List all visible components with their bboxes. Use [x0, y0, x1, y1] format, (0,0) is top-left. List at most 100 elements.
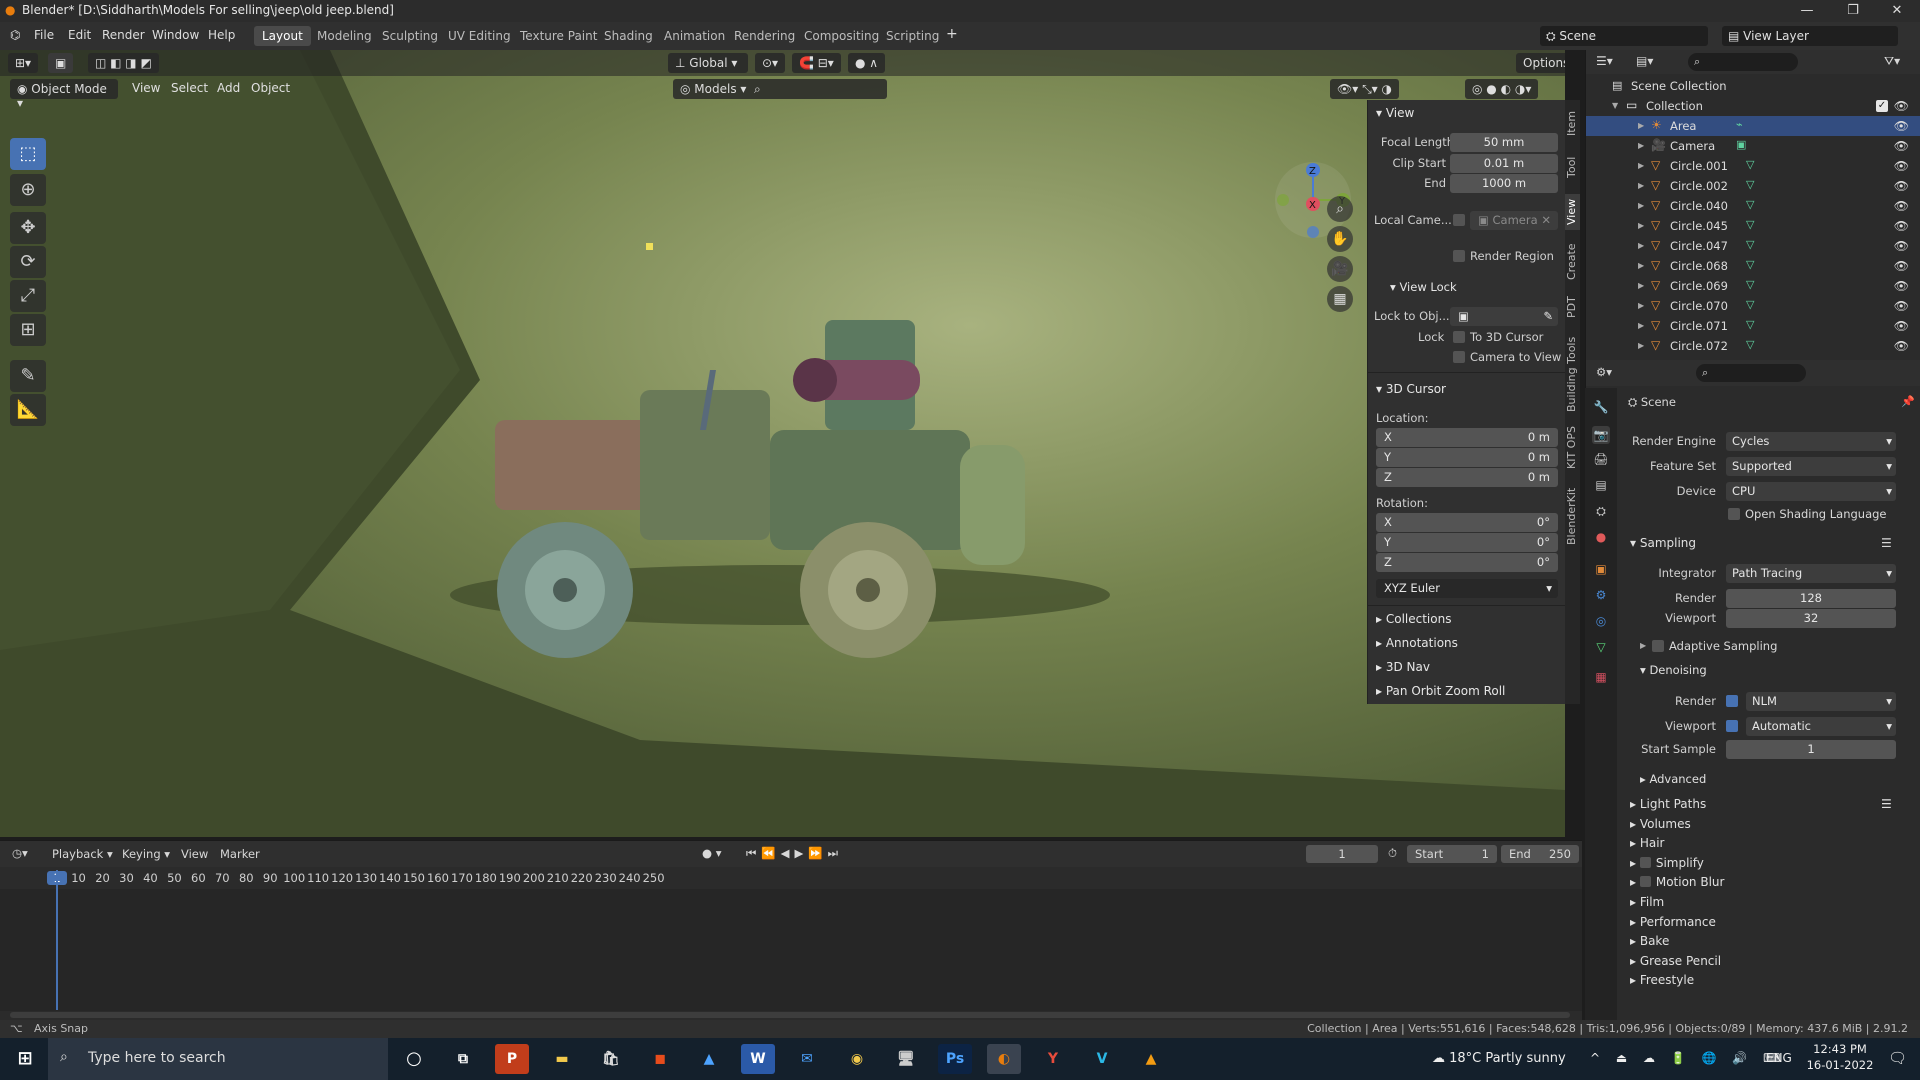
section-motion-blur[interactable]: ▸ Motion Blur [1630, 875, 1724, 889]
viewport-samples-field[interactable]: 32 [1726, 609, 1896, 628]
chrome-icon[interactable]: ◉ [840, 1044, 874, 1074]
menu-window[interactable]: Window [152, 28, 199, 42]
outliner-item[interactable]: ▶ 🎥 Camera ▣ 👁 [1586, 136, 1920, 156]
tab-animation[interactable]: Animation [656, 26, 733, 46]
tab-item[interactable]: Item [1565, 108, 1580, 138]
app-icon-4[interactable]: V [1085, 1044, 1119, 1074]
expand-icon[interactable]: ▶ [1638, 281, 1644, 290]
eye-icon[interactable]: 👁 [1894, 339, 1909, 353]
outliner-item[interactable]: ▶ ▽ Circle.072 ▽ 👁 [1586, 336, 1920, 356]
eye-icon[interactable]: 👁 [1894, 319, 1909, 333]
expand-icon[interactable]: ▶ [1638, 341, 1644, 350]
outliner-item[interactable]: ▶ ▽ Circle.045 ▽ 👁 [1586, 216, 1920, 236]
outliner-item[interactable]: ▶ ▽ Circle.001 ▽ 👁 [1586, 156, 1920, 176]
expand-icon[interactable]: ▶ [1638, 241, 1644, 250]
vlc-icon[interactable]: ▲ [1134, 1044, 1168, 1074]
rotation-mode-dropdown[interactable]: XYZ Euler ▾ [1376, 579, 1558, 598]
powerpoint-icon[interactable]: P [495, 1044, 529, 1074]
clip-start-field[interactable]: 0.01 m [1450, 154, 1558, 173]
restore-icon[interactable]: ❐ [1830, 0, 1876, 22]
tab-blenderkit[interactable]: BlenderKit [1565, 484, 1580, 548]
object-tab-icon[interactable]: ▣ [1592, 560, 1610, 578]
notification-icon[interactable]: 🗨 [1888, 1049, 1907, 1067]
mesh-data-icon[interactable]: ▽ [1746, 338, 1754, 351]
3d-nav-panel[interactable]: ▸ 3D Nav [1376, 660, 1430, 674]
tab-modeling[interactable]: Modeling [309, 26, 380, 46]
denoise-render-dropdown[interactable]: NLM ▾ [1746, 692, 1896, 711]
integrator-dropdown[interactable]: Path Tracing ▾ [1726, 564, 1896, 583]
outliner-item[interactable]: ▶ ▽ Circle.047 ▽ 👁 [1586, 236, 1920, 256]
annotations-panel[interactable]: ▸ Annotations [1376, 636, 1458, 650]
eye-icon[interactable]: 👁 [1894, 119, 1909, 133]
outliner-item[interactable]: ▶ ▽ Circle.071 ▽ 👁 [1586, 316, 1920, 336]
tab-uv-editing[interactable]: UV Editing [440, 26, 519, 46]
outliner-item[interactable]: ▶ ▽ Circle.002 ▽ 👁 [1586, 176, 1920, 196]
proportional-edit-icon[interactable]: ● ∧ [848, 53, 886, 73]
mesh-data-icon[interactable]: ▽ [1746, 238, 1754, 251]
advanced-panel[interactable]: ▸ Advanced [1640, 772, 1706, 786]
timeline-scrollbar[interactable] [10, 1012, 1570, 1018]
taskbar-search[interactable]: ⌕ Type here to search [48, 1038, 388, 1080]
view-layer-tab-icon[interactable]: ▤ [1592, 476, 1610, 494]
mesh-data-icon[interactable]: ▽ [1746, 178, 1754, 191]
3d-cursor-header[interactable]: ▾ 3D Cursor [1376, 382, 1446, 396]
outliner-item[interactable]: ▶ ☀ Area ⌁ 👁 [1586, 116, 1920, 136]
mesh-data-icon[interactable]: ▽ [1746, 298, 1754, 311]
tab-shading[interactable]: Shading [596, 26, 661, 46]
pan-orbit-zoom-roll-panel[interactable]: ▸ Pan Orbit Zoom Roll [1376, 684, 1505, 698]
eye-icon[interactable]: 👁 [1894, 259, 1909, 273]
cursor-location-x[interactable]: X0 m [1376, 428, 1558, 447]
mesh-data-icon[interactable]: ▽ [1746, 218, 1754, 231]
camera-data-icon[interactable]: ▣ [1736, 138, 1746, 151]
filter-icon[interactable]: ⛛▾ [1884, 54, 1900, 69]
expand-icon[interactable]: ▶ [1638, 121, 1644, 130]
pan-hand-icon[interactable]: ✋ [1327, 226, 1353, 252]
section-film[interactable]: ▸ Film [1630, 895, 1664, 909]
measure-tool-icon[interactable]: 📐 [10, 394, 46, 426]
playhead[interactable] [56, 870, 58, 1010]
office-icon[interactable]: ◼ [643, 1044, 677, 1074]
tab-sculpting[interactable]: Sculpting [374, 26, 446, 46]
render-samples-field[interactable]: 128 [1726, 589, 1896, 608]
system-tray-icons[interactable]: ^ ⏏ ☁ 🔋 🌐 🔊 ⌨ [1590, 1051, 1786, 1065]
mode-dropdown[interactable]: ◉ Object Mode ▾ [10, 79, 118, 110]
outliner-item[interactable]: ▶ ▽ Circle.069 ▽ 👁 [1586, 276, 1920, 296]
store-icon[interactable]: 🛍 [594, 1044, 628, 1074]
pin-icon[interactable]: 📌 [1901, 395, 1915, 408]
scale-tool-icon[interactable]: ⤢ [10, 280, 46, 312]
view-lock-header[interactable]: ▾ View Lock [1390, 280, 1457, 294]
blender-menu-icon[interactable]: ⌬ [10, 28, 20, 42]
clock-date[interactable]: 16-01-2022 [1806, 1058, 1874, 1072]
clock-time[interactable]: 12:43 PM [1810, 1042, 1870, 1056]
denoising-panel[interactable]: ▾ Denoising [1640, 663, 1707, 677]
camera-to-view-checkbox[interactable] [1453, 351, 1465, 363]
sampling-panel[interactable]: ▾ Sampling [1630, 536, 1696, 550]
cursor-location-y[interactable]: Y0 m [1376, 448, 1558, 467]
move-tool-icon[interactable]: ✥ [10, 212, 46, 244]
tab-compositing[interactable]: Compositing [796, 26, 887, 46]
3d-viewport[interactable]: ⊞▾ ▣ ◫ ◧ ◨ ◩ ⊥ Global ▾ ⊙▾ 🧲 ⊟▾ ● ∧ Opti… [0, 50, 1565, 837]
expand-icon[interactable]: ▶ [1638, 301, 1644, 310]
viewport-menu-add[interactable]: Add [217, 81, 240, 95]
language-indicator[interactable]: ENG [1766, 1051, 1792, 1065]
shading-mode-icons[interactable]: ◎ ● ◐ ◑▾ [1465, 79, 1539, 99]
properties-editor-icon[interactable]: ⚙▾ [1596, 365, 1612, 379]
viewport-menu-view[interactable]: View [132, 81, 160, 95]
expand-icon[interactable]: ▶ [1638, 141, 1644, 150]
list-icon[interactable]: ☰ [1881, 536, 1892, 550]
focal-length-field[interactable]: 50 mm [1450, 133, 1558, 152]
eye-icon[interactable]: 👁 [1894, 99, 1909, 113]
tab-layout[interactable]: Layout [254, 26, 311, 46]
feature-set-dropdown[interactable]: Supported ▾ [1726, 457, 1896, 476]
visibility-icons[interactable]: 👁▾ ⤡▾ ◑ [1330, 79, 1399, 99]
clip-end-field[interactable]: 1000 m [1450, 174, 1558, 193]
data-tab-icon[interactable]: ▽ [1592, 638, 1610, 656]
select-box-icon[interactable]: ▣ [48, 53, 74, 73]
section-checkbox[interactable] [1639, 876, 1651, 888]
tab-tool[interactable]: Tool [1565, 152, 1580, 182]
section-volumes[interactable]: ▸ Volumes [1630, 817, 1691, 831]
collection-row[interactable]: ▼ ▭ Collection ✓ 👁 [1586, 96, 1920, 116]
tab-pdt[interactable]: PDT [1565, 290, 1580, 324]
physics-tab-icon[interactable]: ◎ [1592, 612, 1610, 630]
task-view-icon[interactable]: ⧉ [446, 1044, 480, 1074]
